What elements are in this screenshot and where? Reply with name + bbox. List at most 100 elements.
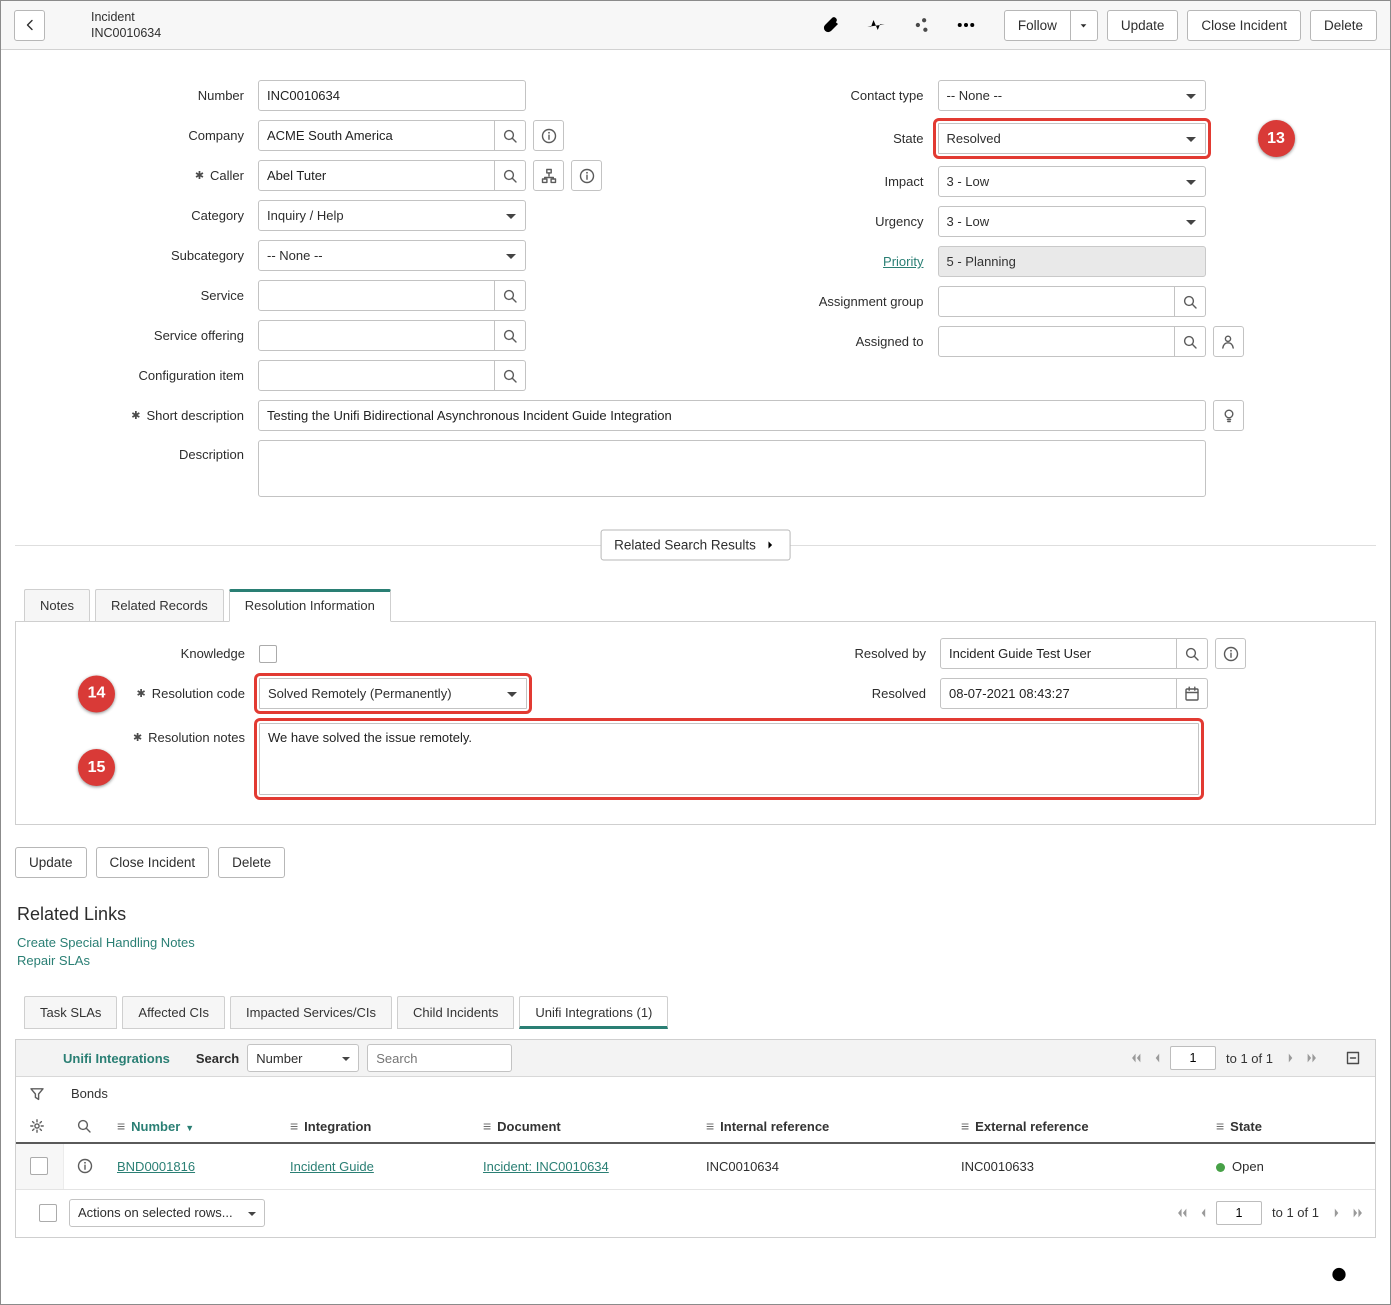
row-info-icon[interactable] — [72, 1153, 98, 1179]
tab-affected-cis[interactable]: Affected CIs — [122, 996, 225, 1029]
next-page-icon[interactable] — [1329, 1205, 1345, 1221]
column-header-external-reference[interactable]: ≡External reference — [953, 1110, 1208, 1143]
footer-update-button[interactable]: Update — [15, 847, 87, 878]
previous-page-icon[interactable] — [1195, 1205, 1211, 1221]
column-menu-icon[interactable]: ≡ — [290, 1118, 298, 1134]
description-field[interactable] — [258, 440, 1206, 497]
company-info-icon[interactable] — [533, 120, 564, 151]
configuration-item-search-icon[interactable] — [495, 360, 526, 391]
footer-close-incident-button[interactable]: Close Incident — [96, 847, 210, 878]
state-select[interactable]: Resolved — [938, 123, 1206, 154]
assigned-to-field[interactable] — [938, 326, 1175, 357]
assignment-group-field[interactable] — [938, 286, 1175, 317]
caller-hierarchy-icon[interactable] — [533, 160, 564, 191]
contact-type-select[interactable]: -- None -- — [938, 80, 1206, 111]
last-page-icon[interactable] — [1304, 1050, 1320, 1066]
tab-related-records[interactable]: Related Records — [95, 589, 224, 622]
column-header-integration[interactable]: ≡Integration — [282, 1110, 475, 1143]
short-description-field[interactable] — [258, 400, 1206, 431]
column-header-state[interactable]: ≡State — [1208, 1110, 1375, 1143]
company-field[interactable] — [258, 120, 495, 151]
more-options-icon[interactable] — [953, 12, 979, 38]
column-header-document[interactable]: ≡Document — [475, 1110, 698, 1143]
follow-button[interactable]: Follow — [1004, 10, 1071, 41]
actions-on-selected-rows-select[interactable]: Actions on selected rows... — [69, 1199, 265, 1227]
list-search-column-select[interactable]: Number — [247, 1044, 359, 1072]
list-search-toggle-icon[interactable] — [71, 1113, 97, 1139]
knowledge-checkbox[interactable] — [259, 645, 277, 663]
service-label: Service — [15, 288, 258, 303]
related-search-results-button[interactable]: Related Search Results — [600, 530, 791, 561]
column-header-internal-reference[interactable]: ≡Internal reference — [698, 1110, 953, 1143]
row-document-link[interactable]: Incident: INC0010634 — [483, 1159, 609, 1174]
tab-impacted-services-cis[interactable]: Impacted Services/CIs — [230, 996, 392, 1029]
service-field[interactable] — [258, 280, 495, 311]
filter-funnel-icon[interactable] — [24, 1081, 50, 1107]
personalize-form-icon[interactable] — [908, 12, 934, 38]
update-button[interactable]: Update — [1107, 10, 1179, 41]
assigned-to-row: Assigned to — [696, 326, 1377, 357]
repair-slas-link[interactable]: Repair SLAs — [17, 953, 1374, 968]
resolved-by-field[interactable] — [940, 638, 1177, 669]
row-checkbox[interactable] — [30, 1157, 48, 1175]
category-select[interactable]: Inquiry / Help — [258, 200, 526, 231]
list-settings-gear-icon[interactable] — [24, 1113, 50, 1139]
back-button[interactable] — [14, 10, 45, 41]
resolved-calendar-icon[interactable] — [1177, 678, 1208, 709]
assigned-to-search-icon[interactable] — [1175, 326, 1206, 357]
page-number-input[interactable] — [1216, 1201, 1262, 1225]
create-special-handling-notes-link[interactable]: Create Special Handling Notes — [17, 935, 1374, 950]
column-menu-icon[interactable]: ≡ — [961, 1118, 969, 1134]
column-menu-icon[interactable]: ≡ — [117, 1118, 125, 1134]
suggestion-lightbulb-icon[interactable] — [1213, 400, 1244, 431]
select-all-checkbox[interactable] — [39, 1204, 57, 1222]
column-menu-icon[interactable]: ≡ — [706, 1118, 714, 1134]
resolved-by-info-icon[interactable] — [1215, 638, 1246, 669]
resolution-code-select[interactable]: Solved Remotely (Permanently) — [259, 678, 527, 709]
previous-page-icon[interactable] — [1149, 1050, 1165, 1066]
row-integration-link[interactable]: Incident Guide — [290, 1159, 374, 1174]
column-menu-icon[interactable]: ≡ — [1216, 1118, 1224, 1134]
configuration-item-field[interactable] — [258, 360, 495, 391]
delete-button[interactable]: Delete — [1310, 10, 1377, 41]
close-incident-button[interactable]: Close Incident — [1187, 10, 1301, 41]
activity-stream-icon[interactable] — [863, 12, 889, 38]
subcategory-select[interactable]: -- None -- — [258, 240, 526, 271]
caller-info-icon[interactable] — [571, 160, 602, 191]
page-number-input[interactable] — [1170, 1046, 1216, 1070]
tab-child-incidents[interactable]: Child Incidents — [397, 996, 514, 1029]
tab-resolution-information[interactable]: Resolution Information — [229, 589, 391, 622]
column-header-number[interactable]: ≡Number▼ — [109, 1110, 282, 1143]
tab-notes[interactable]: Notes — [24, 589, 90, 622]
resolution-notes-field[interactable]: We have solved the issue remotely. — [259, 723, 1199, 795]
resolved-by-search-icon[interactable] — [1177, 638, 1208, 669]
tab-unifi-integrations[interactable]: Unifi Integrations (1) — [519, 996, 668, 1029]
row-number-link[interactable]: BND0001816 — [117, 1159, 195, 1174]
next-page-icon[interactable] — [1283, 1050, 1299, 1066]
service-offering-field[interactable] — [258, 320, 495, 351]
assignment-group-search-icon[interactable] — [1175, 286, 1206, 317]
service-offering-search-icon[interactable] — [495, 320, 526, 351]
list-context-menu-icon[interactable] — [25, 1045, 51, 1071]
record-number-label: INC0010634 — [91, 25, 161, 41]
caller-search-icon[interactable] — [495, 160, 526, 191]
footer-delete-button[interactable]: Delete — [218, 847, 285, 878]
form-context-menu-icon[interactable] — [54, 12, 80, 38]
impact-select[interactable]: 3 - Low — [938, 166, 1206, 197]
number-field[interactable] — [258, 80, 526, 111]
column-menu-icon[interactable]: ≡ — [483, 1118, 491, 1134]
attachment-icon[interactable] — [818, 12, 844, 38]
company-search-icon[interactable] — [495, 120, 526, 151]
follow-caret-button[interactable] — [1071, 10, 1098, 41]
assign-to-me-icon[interactable] — [1213, 326, 1244, 357]
service-search-icon[interactable] — [495, 280, 526, 311]
list-search-input[interactable] — [367, 1044, 512, 1072]
first-page-icon[interactable] — [1128, 1050, 1144, 1066]
urgency-select[interactable]: 3 - Low — [938, 206, 1206, 237]
caller-field[interactable] — [258, 160, 495, 191]
resolved-field[interactable] — [940, 678, 1177, 709]
last-page-icon[interactable] — [1350, 1205, 1366, 1221]
first-page-icon[interactable] — [1174, 1205, 1190, 1221]
collapse-list-icon[interactable] — [1340, 1045, 1366, 1071]
tab-task-slas[interactable]: Task SLAs — [24, 996, 117, 1029]
